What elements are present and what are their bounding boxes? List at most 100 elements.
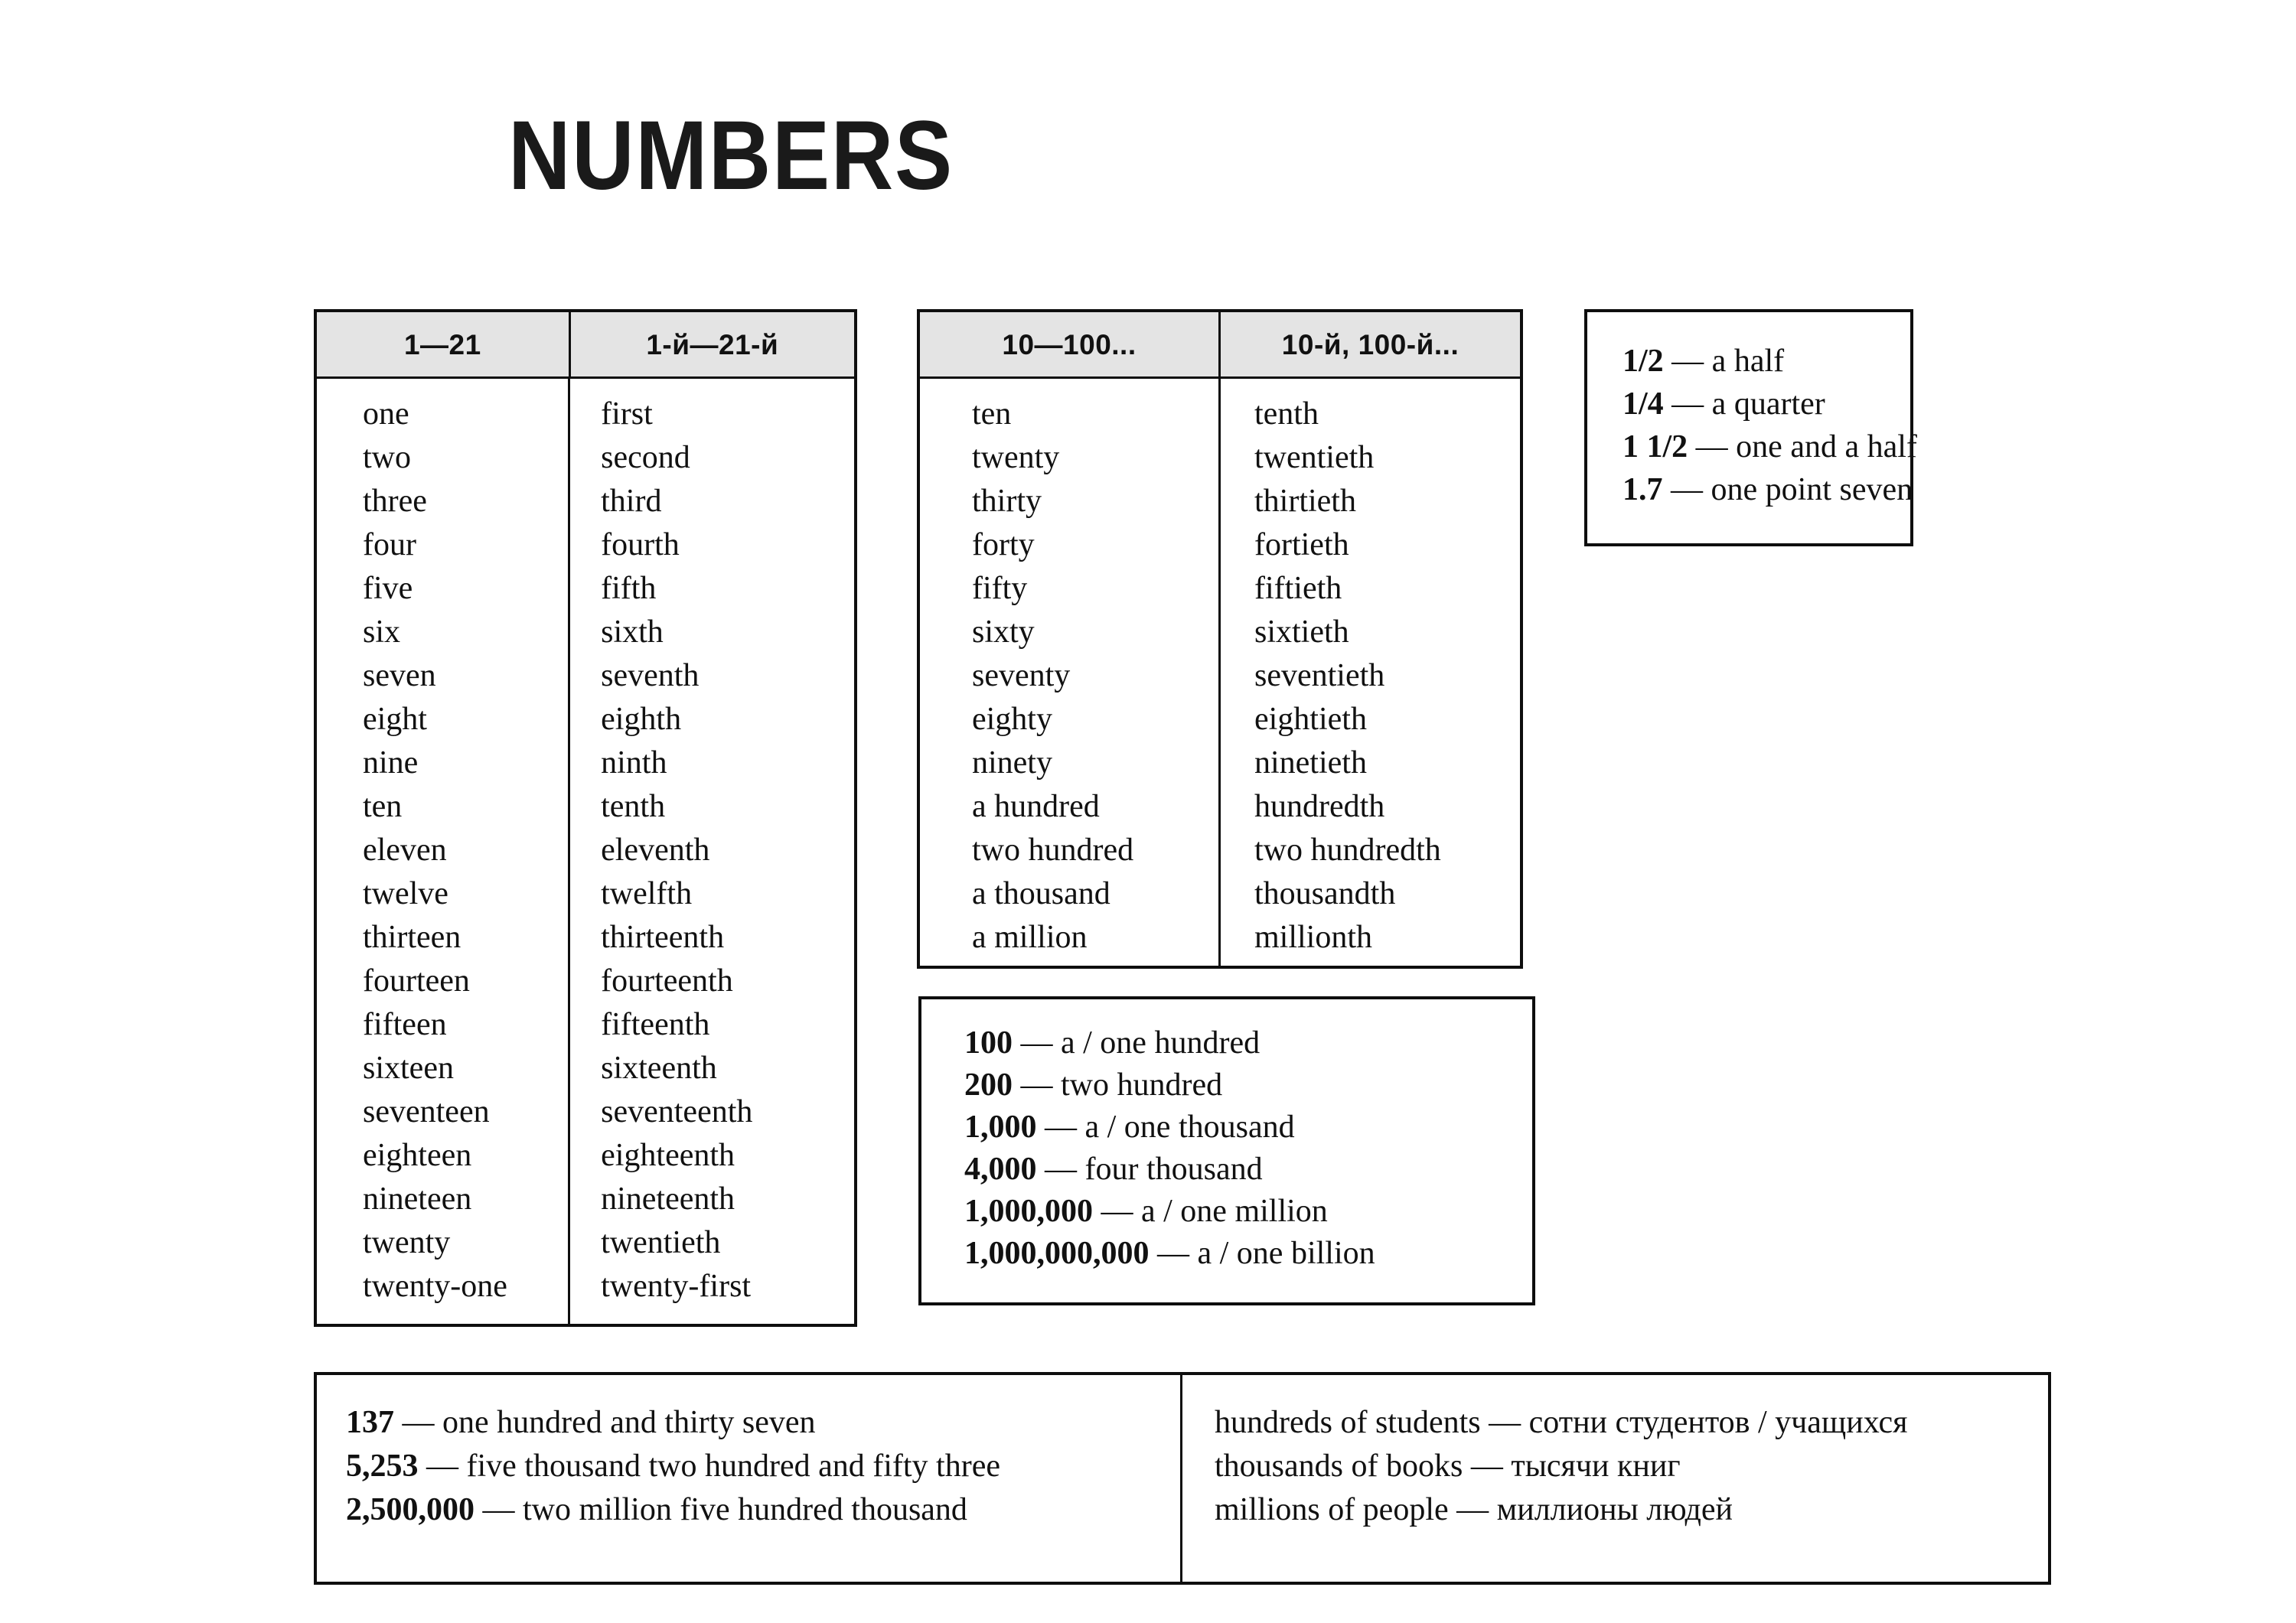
table-cardinals-ordinals: 1—21 1-й—21-й one two three four five si… [314,309,857,1327]
list-item: ten [972,396,1012,432]
fraction-value: 1/4 [1623,386,1664,422]
list-item: thirtieth [1254,484,1356,519]
separator-dash: — [1688,429,1737,464]
tens-ordinals-list: tenth twentieth thirtieth fortieth fifti… [1221,393,1520,960]
list-item: six [363,614,401,650]
numeral-value: 5,253 [346,1449,419,1484]
list-item: seven [363,658,436,693]
list-item: millionth [1254,920,1373,955]
fraction-name: one point seven [1711,472,1913,507]
word-table: 10—100... 10-й, 100-й... ten twenty thir… [920,312,1520,966]
list-item: 100 — a / one hundred [964,1022,1532,1064]
list-item: tenth [1254,396,1319,432]
list-item: thousandth [1254,876,1396,911]
examples-numeric-column: 137 — one hundred and thirty seven 5,253… [317,1375,1182,1582]
list-item: eightieth [1254,702,1367,737]
table-header-row: 1—21 1-й—21-й [317,312,854,379]
list-item: fourteen [363,963,470,999]
list-item: eleven [363,833,447,868]
tens-cardinals-list: ten twenty thirty forty fifty sixty seve… [920,393,1218,960]
russian-phrase: сотни студентов / учащихся [1528,1405,1908,1440]
list-item: four [363,527,416,562]
list-item: nineteen [363,1181,472,1217]
numeric-examples-list: 137 — one hundred and thirty seven 5,253… [346,1401,1180,1532]
list-item: 1,000,000 — a / one million [964,1191,1532,1233]
list-item: 2,500,000 — two million five hundred tho… [346,1488,1180,1532]
list-item: 200 — two hundred [964,1064,1532,1106]
list-item: fiftieth [1254,571,1342,606]
list-item: twentieth [1254,440,1375,475]
numeral-name: a / one million [1141,1194,1328,1229]
list-item: thirteen [363,920,461,955]
numeral-name: one hundred and thirty seven [442,1405,816,1440]
list-item: seventieth [1254,658,1385,693]
fraction-value: 1 1/2 [1623,429,1688,464]
list-item: forty [972,527,1035,562]
numeral-name: five thousand two hundred and fifty thre… [466,1449,1000,1484]
list-item: hundredth [1254,789,1385,824]
list-item: eighth [601,702,682,737]
numeral-name: a / one billion [1197,1236,1375,1271]
list-item: two [363,440,411,475]
fractions-list: 1/2 — a half 1/4 — a quarter 1 1/2 — one… [1623,340,1917,511]
column-cardinals: one two three four five six seven eight … [317,379,571,1324]
list-item: one [363,396,409,432]
numeral-value: 137 [346,1405,394,1440]
list-item: seventeen [363,1094,490,1129]
numeral-name: two million five hundred thousand [523,1492,967,1527]
list-item: 1/2 — a half [1623,340,1910,383]
column-header-tens-ordinals: 10-й, 100-й... [1281,329,1459,360]
column-header-ordinals: 1-й—21-й [646,329,779,360]
list-item: sixty [972,614,1035,650]
list-item: thousands of books — тысячи книг [1215,1445,2048,1488]
examples-translation-column: hundreds of students — сотни студентов /… [1182,1375,2048,1582]
fraction-value: 1.7 [1623,472,1663,507]
table-body: one two three four five six seven eight … [317,379,854,1324]
numeral-value: 1,000,000,000 [964,1236,1150,1271]
list-item: 1 1/2 — one and a half [1623,425,1917,468]
separator-dash: — [1013,1025,1061,1061]
list-item: twelfth [601,876,693,911]
box-large-numbers: 100 — a / one hundred 200 — two hundred … [918,996,1535,1305]
russian-phrase: тысячи книг [1511,1449,1681,1484]
table-body: ten twenty thirty forty fifty sixty seve… [920,379,1520,966]
separator-dash: — [1480,1405,1529,1440]
list-item: millions of people — миллионы людей [1215,1488,2048,1532]
english-phrase: hundreds of students [1215,1405,1481,1440]
column-header-tens-cardinals: 10—100... [920,312,1221,376]
translation-examples-list: hundreds of students — сотни студентов /… [1215,1401,2048,1532]
page-title: NUMBERS [508,101,954,210]
ordinals-list: first second third fourth fifth sixth se… [570,393,854,1309]
list-item: a hundred [972,789,1100,824]
numeral-value: 1,000,000 [964,1194,1093,1229]
list-item: hundreds of students — сотни студентов /… [1215,1401,2048,1445]
separator-dash: — [1663,386,1712,422]
list-item: sixtieth [1254,614,1349,650]
list-item: a million [972,920,1088,955]
fraction-value: 1/2 [1623,344,1664,379]
fraction-name: one and a half [1736,429,1917,464]
column-ordinals: first second third fourth fifth sixth se… [570,379,854,1324]
english-phrase: millions of people [1215,1492,1449,1527]
list-item: twentieth [601,1225,721,1260]
list-item: third [601,484,662,519]
numeral-value: 1,000 [964,1110,1037,1145]
separator-dash: — [1662,472,1711,507]
list-item: 1,000 — a / one thousand [964,1106,1532,1149]
list-item: fortieth [1254,527,1349,562]
numeral-value: 2,500,000 [346,1492,475,1527]
list-item: five [363,571,413,606]
column-tens-ordinals: tenth twentieth thirtieth fortieth fifti… [1221,379,1520,966]
numeral-name: four thousand [1084,1152,1263,1187]
list-item: twenty [363,1225,451,1260]
fraction-name: a quarter [1711,386,1825,422]
list-item: eight [363,702,427,737]
list-item: fifth [601,571,657,606]
list-item: two hundred [972,833,1134,868]
separator-dash: — [1448,1492,1497,1527]
separator-dash: — [1013,1067,1061,1103]
table-header-row: 10—100... 10-й, 100-й... [920,312,1520,379]
separator-dash: — [418,1449,467,1484]
separator-dash: — [475,1492,523,1527]
separator-dash: — [394,1405,442,1440]
